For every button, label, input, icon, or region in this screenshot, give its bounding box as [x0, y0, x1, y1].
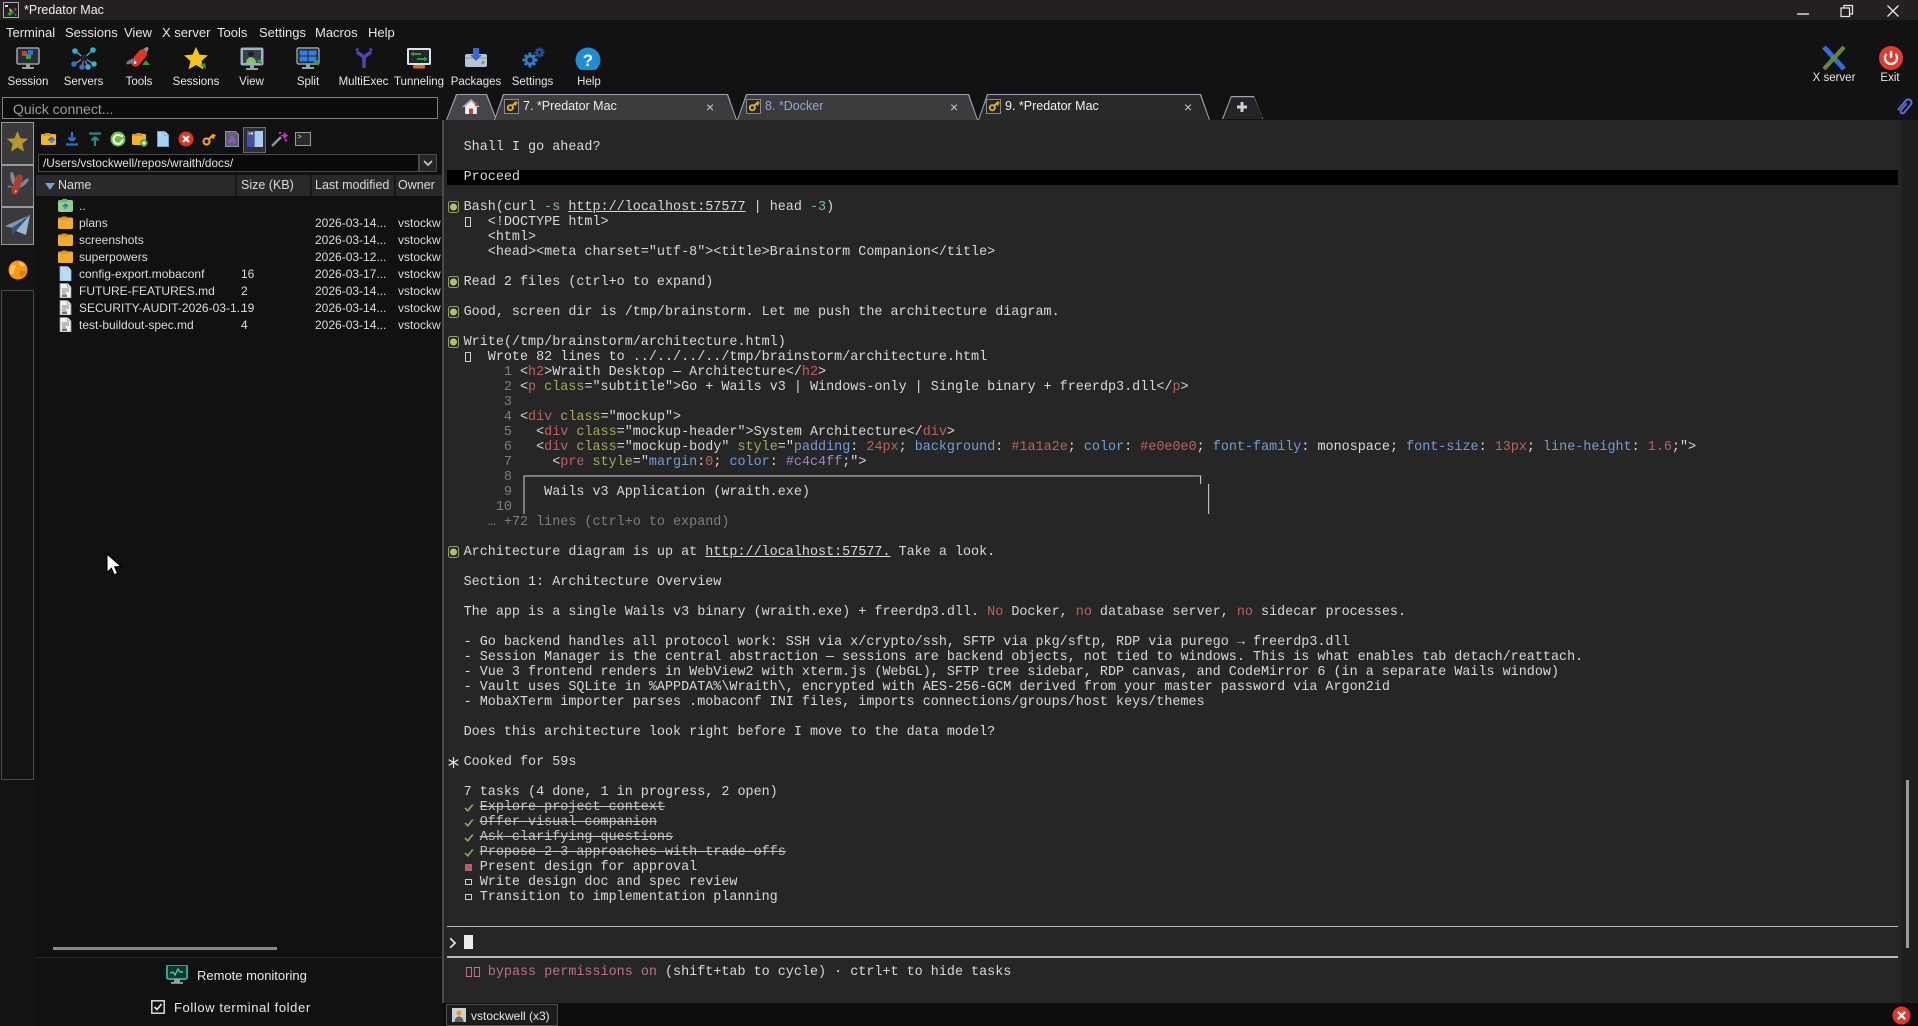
svg-text:A: A — [228, 135, 236, 147]
svg-text:>: > — [297, 134, 301, 142]
svg-text:?: ? — [583, 51, 593, 70]
